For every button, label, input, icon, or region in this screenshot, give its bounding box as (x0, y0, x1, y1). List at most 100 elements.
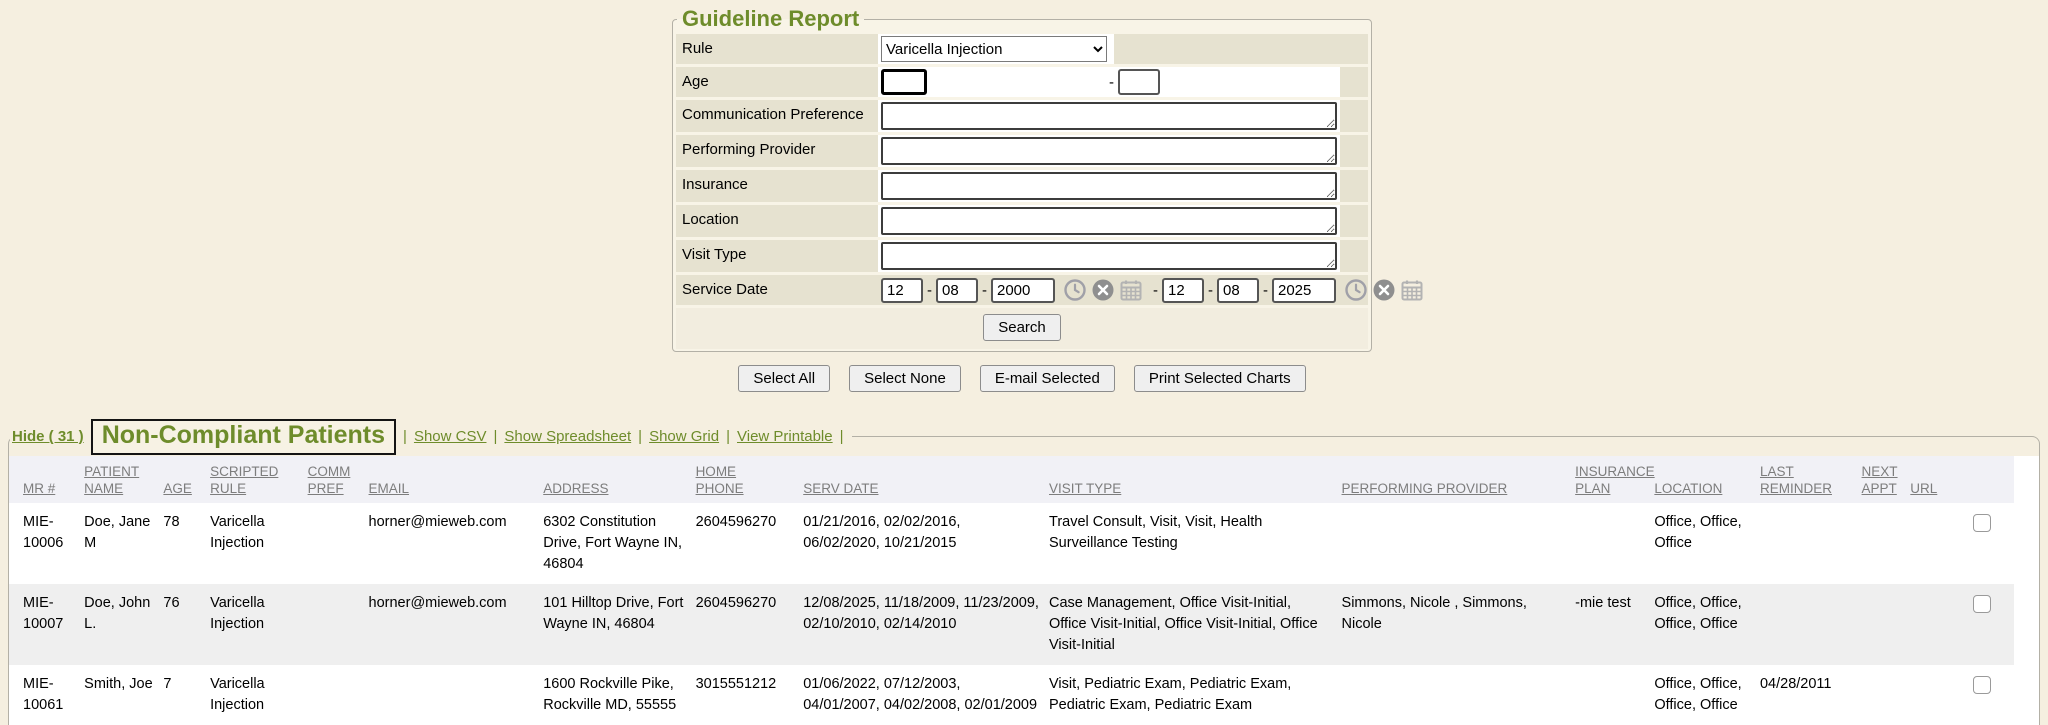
cell-last-reminder: 04/28/2011 (1760, 665, 1862, 725)
cell-location: Office, Office, Office, Office (1654, 584, 1760, 665)
age-to-input[interactable] (1118, 69, 1160, 95)
cell-email: horner@mieweb.com (369, 584, 544, 665)
col-header-comm-pref[interactable]: COMMPREF (308, 456, 369, 503)
cell-home-phone: 2604596270 (696, 503, 804, 584)
performing-provider-input[interactable] (881, 137, 1337, 165)
col-header-visit-type[interactable]: VISIT TYPE (1049, 456, 1342, 503)
cell-patient-name: Doe, John L. (84, 584, 163, 665)
cell-next-appt (1862, 584, 1911, 665)
service-date-to-day-input[interactable] (1217, 278, 1259, 303)
col-header-serv-date[interactable]: SERV DATE (803, 456, 1049, 503)
report-legend: Hide ( 31 ) Non-Compliant Patients | Sho… (10, 419, 852, 455)
cell-serv-date: 01/21/2016, 02/02/2016, 06/02/2020, 10/2… (803, 503, 1049, 584)
col-header-performing-provider[interactable]: PERFORMING PROVIDER (1342, 456, 1576, 503)
calendar-icon[interactable] (1119, 278, 1143, 302)
rule-label: Rule (676, 34, 878, 64)
performing-provider-label: Performing Provider (676, 135, 878, 167)
service-date-to-month-input[interactable] (1162, 278, 1204, 303)
cell-location: Office, Office, Office (1654, 503, 1760, 584)
cell-home-phone: 2604596270 (696, 584, 804, 665)
print-selected-charts-button[interactable]: Print Selected Charts (1134, 365, 1306, 392)
cell-mr: MIE-10061 (9, 665, 84, 725)
row-select-checkbox[interactable] (1973, 676, 1991, 694)
col-header-mr[interactable]: MR # (9, 456, 84, 503)
show-spreadsheet-link[interactable]: Show Spreadsheet (504, 428, 631, 445)
clear-date-icon[interactable] (1091, 278, 1115, 302)
col-header-insurance-plan[interactable]: INSURANCEPLAN (1575, 456, 1654, 503)
select-all-button[interactable]: Select All (738, 365, 830, 392)
rule-row: Rule Varicella Injection (676, 34, 1368, 64)
guideline-report-title: Guideline Report (677, 6, 864, 32)
clock-icon[interactable] (1344, 278, 1368, 302)
cell-comm-pref (308, 503, 369, 584)
table-header-row: MR # PATIENTNAME AGE SCRIPTEDRULE COMMPR… (9, 456, 2014, 503)
insurance-row: Insurance (676, 170, 1368, 202)
age-from-input[interactable] (881, 69, 927, 95)
insurance-input[interactable] (881, 172, 1337, 200)
row-select-checkbox[interactable] (1973, 514, 1991, 532)
rule-select[interactable]: Varicella Injection (881, 36, 1107, 62)
cell-address: 6302 Constitution Drive, Fort Wayne IN, … (543, 503, 695, 584)
view-printable-link[interactable]: View Printable (737, 428, 833, 445)
age-label: Age (676, 67, 878, 97)
col-header-url[interactable]: URL (1910, 456, 1953, 503)
cell-insurance-plan: -mie test (1575, 584, 1654, 665)
search-button[interactable]: Search (983, 314, 1061, 341)
performing-provider-row: Performing Provider (676, 135, 1368, 167)
service-date-from-year-input[interactable] (991, 278, 1055, 303)
col-header-scripted-rule[interactable]: SCRIPTEDRULE (210, 456, 308, 503)
calendar-icon[interactable] (1400, 278, 1424, 302)
cell-url (1910, 584, 1953, 665)
service-date-to-year-input[interactable] (1272, 278, 1336, 303)
cell-age: 78 (163, 503, 210, 584)
cell-performing-provider (1342, 665, 1576, 725)
col-header-address[interactable]: ADDRESS (543, 456, 695, 503)
patients-table: MR # PATIENTNAME AGE SCRIPTEDRULE COMMPR… (9, 456, 2014, 725)
cell-visit-type: Visit, Pediatric Exam, Pediatric Exam, P… (1049, 665, 1342, 725)
communication-preference-input[interactable] (881, 102, 1337, 130)
cell-serv-date: 12/08/2025, 11/18/2009, 11/23/2009, 02/1… (803, 584, 1049, 665)
col-header-email[interactable]: EMAIL (369, 456, 544, 503)
service-date-separator: - (1149, 282, 1162, 299)
col-header-age[interactable]: AGE (163, 456, 210, 503)
selection-toolbar: Select All Select None E-mail Selected P… (672, 365, 1372, 392)
select-none-button[interactable]: Select None (849, 365, 961, 392)
cell-url (1910, 503, 1953, 584)
cell-next-appt (1862, 503, 1911, 584)
cell-scripted-rule: Varicella Injection (210, 503, 308, 584)
service-date-from-day-input[interactable] (936, 278, 978, 303)
cell-last-reminder (1760, 503, 1862, 584)
clear-date-icon[interactable] (1372, 278, 1396, 302)
col-header-patient-name[interactable]: PATIENTNAME (84, 456, 163, 503)
col-header-location[interactable]: LOCATION (1654, 456, 1760, 503)
col-header-select (1953, 456, 2014, 503)
cell-home-phone: 3015551212 (696, 665, 804, 725)
col-header-home-phone[interactable]: HOMEPHONE (696, 456, 804, 503)
cell-scripted-rule: Varicella Injection (210, 584, 308, 665)
email-selected-button[interactable]: E-mail Selected (980, 365, 1115, 392)
visit-type-input[interactable] (881, 242, 1337, 270)
non-compliant-patients-section: Hide ( 31 ) Non-Compliant Patients | Sho… (8, 419, 2040, 725)
report-title: Non-Compliant Patients (91, 419, 396, 455)
show-csv-link[interactable]: Show CSV (414, 428, 487, 445)
show-grid-link[interactable]: Show Grid (649, 428, 719, 445)
cell-insurance-plan (1575, 665, 1654, 725)
guideline-report-fieldset: Guideline Report Rule Varicella Injectio… (672, 6, 1372, 352)
cell-next-appt (1862, 665, 1911, 725)
table-row: MIE-10007 Doe, John L. 76 Varicella Inje… (9, 584, 2014, 665)
age-separator: - (1105, 74, 1118, 91)
clock-icon[interactable] (1063, 278, 1087, 302)
col-header-last-reminder[interactable]: LASTREMINDER (1760, 456, 1862, 503)
cell-performing-provider (1342, 503, 1576, 584)
service-date-from-month-input[interactable] (881, 278, 923, 303)
col-header-next-appt[interactable]: NEXTAPPT (1862, 456, 1911, 503)
service-date-label: Service Date (676, 275, 878, 305)
cell-age: 76 (163, 584, 210, 665)
cell-last-reminder (1760, 584, 1862, 665)
cell-age: 7 (163, 665, 210, 725)
row-select-checkbox[interactable] (1973, 595, 1991, 613)
guideline-report-section: Guideline Report Rule Varicella Injectio… (672, 0, 1372, 392)
location-input[interactable] (881, 207, 1337, 235)
hide-link[interactable]: Hide ( 31 ) (12, 428, 84, 445)
table-row: MIE-10061 Smith, Joe 7 Varicella Injecti… (9, 665, 2014, 725)
